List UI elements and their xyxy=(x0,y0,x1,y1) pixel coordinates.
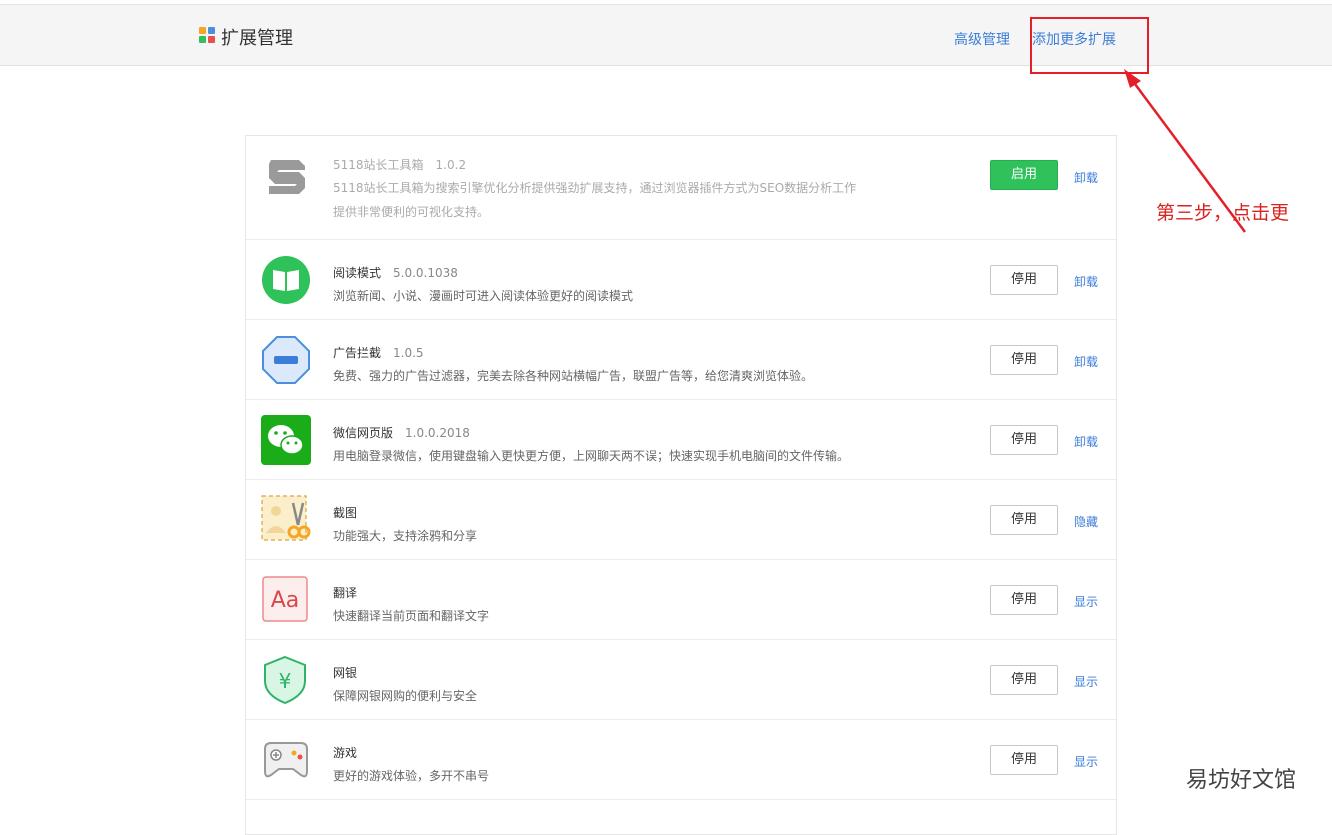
annotation-text: 第三步，点击更 xyxy=(1156,202,1290,224)
watermark-text: 易坊好文馆 xyxy=(1186,768,1297,793)
annotation-arrow xyxy=(1124,69,1247,233)
